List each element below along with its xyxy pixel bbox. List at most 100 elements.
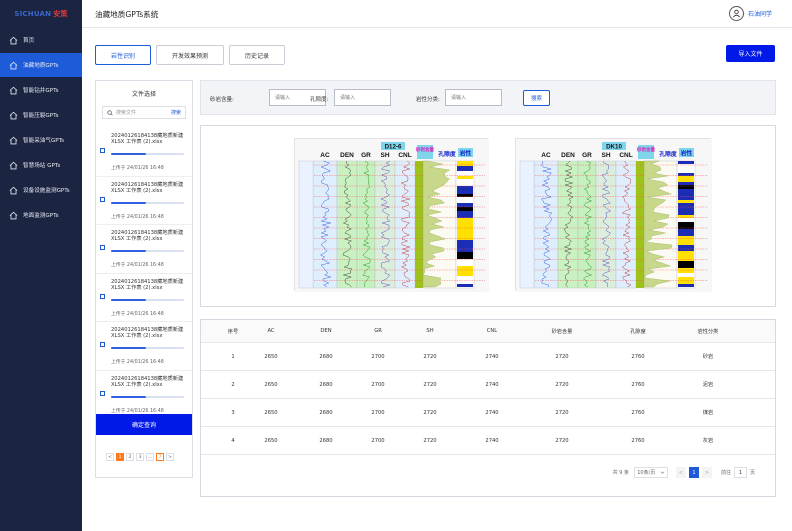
upload-progress-bar — [111, 250, 184, 252]
file-pager-page[interactable]: 3 — [136, 453, 144, 461]
file-pager-page[interactable]: 1 — [116, 453, 124, 461]
sidebar-item-label: 智能钻井GPTs — [23, 88, 59, 94]
file-checkbox[interactable] — [100, 293, 105, 299]
confirm-query-button[interactable]: 确定查询 — [96, 414, 192, 435]
upload-progress-bar — [111, 201, 184, 204]
file-item[interactable]: 20240126184138藏地质新建 XLSX 工作表 (2).xlsx 上传于… — [96, 371, 192, 419]
track-label: AC — [541, 152, 551, 159]
sidebar-item-geology[interactable]: 油藏地质GPTs — [0, 53, 82, 77]
tab-development-prediction[interactable]: 开发效果预测 — [156, 45, 225, 65]
sidebar-item-drilling[interactable]: 智能钻井GPTs — [0, 78, 82, 102]
table-row[interactable]: 1 2650 2680 2700 2720 2740 2720 2760 砂岩 — [201, 343, 775, 371]
lithology-band — [678, 176, 694, 182]
user-menu[interactable]: 石油同学 — [728, 6, 772, 21]
col-ac-cell: 2650 — [264, 381, 278, 388]
sand-content-label: 砂岩含量 — [416, 146, 434, 153]
track-label: GR — [582, 152, 592, 159]
sidebar-item-production[interactable]: 智能采油气GPTs — [0, 128, 82, 152]
sidebar-item-equipment[interactable]: 设备设施监测GPTs — [0, 178, 82, 202]
sidebar-item-station[interactable]: 智慧场站 GPTs — [0, 153, 82, 177]
file-checkbox[interactable] — [100, 245, 105, 250]
tab-lithology[interactable]: 岩性识别 — [95, 45, 152, 65]
sidebar-item-label: 智能压裂GPTs — [23, 113, 59, 119]
home-icon — [9, 186, 18, 194]
file-pager-ellipsis[interactable]: ... — [146, 453, 154, 461]
lithology-band — [678, 161, 694, 164]
table-pager-next[interactable]: > — [701, 467, 712, 478]
lithology-label: 岩性 — [459, 149, 472, 157]
lithology-band — [678, 268, 694, 273]
search-icon — [107, 109, 113, 116]
lithology-band — [457, 211, 473, 218]
lithology-band — [678, 164, 694, 167]
file-item[interactable]: 20240126184138藏地质新建 XLSX 工作表 (2).xlsx 上传于… — [96, 225, 192, 274]
upload-progress-fill — [111, 250, 147, 252]
home-icon — [9, 161, 18, 169]
track-label: DEN — [561, 152, 575, 159]
file-item[interactable]: 20240126184138藏地质新建 XLSX 工作表 (2).xlsx 上传于… — [96, 322, 192, 371]
track-label: DEN — [340, 152, 354, 159]
file-panel-title: 文件选择 — [131, 91, 156, 98]
file-upload-time: 上传于 24/01/26 16:48 — [111, 263, 164, 268]
col-porosity-cell: 2760 — [631, 437, 645, 444]
track-label: CNL — [398, 152, 411, 159]
lithology-band — [678, 203, 694, 208]
table-pager-page[interactable]: 1 — [688, 467, 699, 478]
lithology-band — [457, 276, 473, 280]
sidebar-item-surface[interactable]: 地面监测GPTs — [0, 203, 82, 227]
sidebar-item-home[interactable]: 首页 — [0, 28, 82, 52]
lithology-band — [457, 203, 473, 207]
col-ac-header: AC — [267, 328, 275, 334]
file-item[interactable]: 20240126184138藏地质新建 XLSX 工作表 (2).xlsx 上传于… — [96, 128, 192, 177]
file-pager-page[interactable]: 7 — [156, 453, 164, 461]
col-porosity-cell: 2760 — [631, 409, 645, 416]
jump-page-input[interactable]: 1 — [733, 467, 747, 478]
lithology-band — [457, 189, 473, 194]
col-sh-cell: 2720 — [423, 437, 437, 444]
upload-progress-bar — [111, 298, 184, 301]
log-track — [356, 160, 376, 289]
cnl-fill — [415, 161, 423, 288]
col-den-cell: 2680 — [319, 381, 333, 388]
file-name: 20240126184138藏地质新建 XLSX 工作表 (2).xlsx — [111, 375, 184, 388]
file-pager-next[interactable]: > — [166, 453, 174, 461]
filter-search-button[interactable]: 搜索 — [523, 90, 550, 106]
file-upload-time: 上传于 24/01/26 16:48 — [111, 311, 164, 317]
file-search-box[interactable]: 搜索文件 搜索 — [102, 106, 186, 119]
import-file-button[interactable]: 导入文件 — [726, 45, 775, 62]
table-row[interactable]: 3 2650 2680 2700 2720 2740 2720 2760 煤岩 — [201, 399, 775, 427]
file-checkbox[interactable] — [100, 390, 105, 396]
col-sand-cell: 2720 — [555, 381, 569, 388]
lithology-band — [457, 252, 473, 259]
track-label: CNL — [619, 152, 632, 159]
file-item[interactable]: 20240126184138藏地质新建 XLSX 工作表 (2).xlsx 上传于… — [96, 274, 192, 322]
lithology-class-label: 岩性分类: — [416, 97, 440, 103]
porosity-input[interactable] — [334, 89, 391, 106]
lithology-label: 岩性 — [680, 149, 693, 157]
col-cnl-cell: 2740 — [485, 437, 499, 444]
col-index-cell: 1 — [231, 353, 235, 360]
file-checkbox[interactable] — [100, 148, 105, 153]
col-gr-cell: 2700 — [371, 409, 385, 416]
logo: SICHUAN 安策 — [0, 0, 82, 28]
home-icon — [9, 36, 18, 44]
file-item[interactable]: 20240126184138藏地质新建 XLSX 工作表 (2).xlsx 上传于… — [96, 177, 192, 225]
lithology-band — [678, 189, 694, 196]
upload-progress-fill — [111, 347, 147, 349]
table-row[interactable]: 2 2650 2680 2700 2720 2740 2720 2760 泥岩 — [201, 371, 775, 399]
page-size-select[interactable]: 10条/页 — [633, 467, 668, 478]
sidebar-item-fracturing[interactable]: 智能压裂GPTs — [0, 103, 82, 127]
file-pager-prev[interactable]: < — [106, 453, 114, 461]
file-search-input[interactable]: 搜索文件 — [116, 109, 171, 116]
file-checkbox[interactable] — [100, 196, 105, 202]
lithology-band — [678, 284, 694, 287]
tab-history[interactable]: 历史记录 — [229, 45, 286, 65]
table-row[interactable]: 4 2650 2680 2700 2720 2740 2720 2760 灰岩 — [201, 427, 775, 455]
lithology-class-input[interactable] — [445, 89, 502, 106]
lithology-band — [678, 167, 694, 173]
table-pager-prev[interactable]: < — [675, 467, 686, 478]
track-label: GR — [361, 152, 371, 159]
file-checkbox[interactable] — [100, 342, 105, 347]
file-pager-page[interactable]: 2 — [126, 453, 134, 461]
file-search-button[interactable]: 搜索 — [171, 109, 181, 116]
